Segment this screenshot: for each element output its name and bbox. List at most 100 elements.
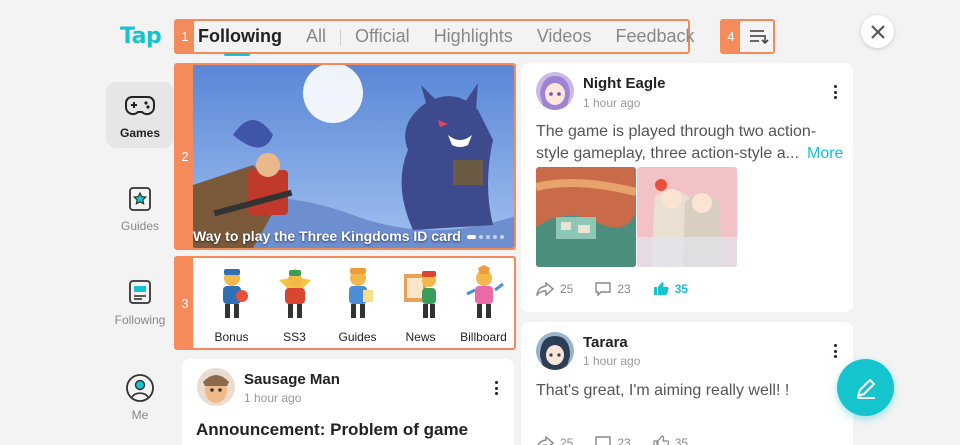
compose-button[interactable] <box>837 359 894 416</box>
avatar[interactable] <box>197 368 235 406</box>
share-icon <box>537 435 554 445</box>
post-time: 1 hour ago <box>583 354 641 368</box>
like-count: 35 <box>674 435 689 445</box>
game-map-image <box>536 167 636 267</box>
post-text[interactable]: The game is played through two action-st… <box>536 121 846 165</box>
carousel-dot <box>479 235 483 239</box>
marker-number: 3 <box>176 258 194 348</box>
comment-icon <box>595 435 612 445</box>
category-ss3[interactable]: SS3 <box>263 264 326 344</box>
carousel-dot-active <box>467 235 476 239</box>
post-image-map[interactable] <box>536 167 636 267</box>
post-actions: 25 23 35 <box>536 435 710 445</box>
share-icon <box>536 281 554 296</box>
category-billboard[interactable]: Billboard <box>452 264 515 344</box>
sausage-man-avatar-image <box>197 368 235 406</box>
marker-number: 2 <box>176 65 194 248</box>
marker-number: 1 <box>176 21 194 52</box>
tab-all[interactable]: All <box>306 26 326 47</box>
tab-videos[interactable]: Videos <box>537 26 592 47</box>
nav-label: Games <box>119 126 161 140</box>
thumbs-up-icon <box>653 282 669 295</box>
compose-pen-icon <box>856 378 875 399</box>
more-options-icon[interactable] <box>832 85 838 99</box>
post-image-anime[interactable] <box>637 167 737 267</box>
post-card[interactable]: Sausage Man 1 hour ago Announcement: Pro… <box>182 359 514 445</box>
comment-count: 23 <box>617 435 631 445</box>
post-card[interactable]: Tarara 1 hour ago That's great, I'm aimi… <box>521 322 853 445</box>
category-news[interactable]: News <box>389 264 452 344</box>
news-character-icon <box>403 271 436 318</box>
tabs-marker: 1 Following All Official Highlights Vide… <box>174 19 695 56</box>
nav-item-games[interactable]: Games <box>106 82 174 148</box>
post-actions: 25 23 35 <box>536 281 710 296</box>
post-time: 1 hour ago <box>583 96 641 110</box>
tab-bar: Following All Official Highlights Videos… <box>198 21 719 56</box>
category-label: Billboard <box>460 330 507 344</box>
like-button[interactable]: 35 <box>653 435 688 445</box>
author-name[interactable]: Night Eagle <box>583 75 666 92</box>
share-button[interactable]: 25 <box>536 281 574 296</box>
billboard-character-icon <box>465 265 504 318</box>
post-card[interactable]: Night Eagle 1 hour ago The game is playe… <box>521 63 853 312</box>
tab-divider <box>340 28 341 45</box>
guides-character-icon <box>348 268 373 318</box>
anime-characters-image <box>637 167 737 267</box>
tab-following[interactable]: Following <box>198 26 282 56</box>
like-count: 35 <box>674 281 689 296</box>
star-book-icon <box>129 187 151 211</box>
banner-carousel[interactable]: Way to play the Three Kingdoms ID card <box>193 65 514 248</box>
carousel-dot <box>486 235 490 239</box>
close-icon <box>870 24 885 39</box>
carousel-dot <box>493 235 497 239</box>
comment-count: 23 <box>617 281 631 296</box>
marker-number: 4 <box>722 21 740 52</box>
like-button[interactable]: 35 <box>653 281 688 296</box>
avatar[interactable] <box>536 72 574 110</box>
post-time: 1 hour ago <box>244 391 302 405</box>
banner-image <box>193 65 514 248</box>
thumbs-up-icon <box>653 435 669 445</box>
banner-marker: 2 Way to play the Three Kingdoms ID card <box>174 63 516 250</box>
category-guides[interactable]: Guides <box>326 264 389 344</box>
avatar[interactable] <box>536 332 574 370</box>
share-count: 25 <box>560 435 574 445</box>
tab-official[interactable]: Official <box>355 26 410 47</box>
category-label: SS3 <box>283 330 306 344</box>
nav-item-following[interactable]: Following <box>106 269 174 335</box>
comment-button[interactable]: 23 <box>595 281 631 296</box>
comment-button[interactable]: 23 <box>595 435 631 445</box>
following-feed-icon <box>129 280 151 304</box>
category-label: Guides <box>338 330 377 344</box>
nav-item-guides[interactable]: Guides <box>106 175 174 241</box>
bonus-character-icon <box>222 269 248 318</box>
close-button[interactable] <box>861 15 894 48</box>
categories-marker: 3 Bonus SS3 Guides News Billboard <box>174 256 516 350</box>
share-count: 25 <box>560 281 574 296</box>
post-title[interactable]: Announcement: Problem of game <box>196 420 468 440</box>
sort-list-icon[interactable] <box>748 28 770 46</box>
share-button[interactable]: 25 <box>536 435 574 445</box>
more-options-icon[interactable] <box>832 344 838 358</box>
comment-icon <box>595 281 612 296</box>
gamepad-icon <box>124 96 156 116</box>
tab-feedback[interactable]: Feedback <box>615 26 694 47</box>
tap-logo: Tap <box>120 24 162 49</box>
author-name[interactable]: Sausage Man <box>244 371 340 388</box>
more-link[interactable]: More <box>803 143 844 165</box>
anime-avatar-image <box>536 332 574 370</box>
banner-caption: Way to play the Three Kingdoms ID card <box>193 228 461 244</box>
anime-avatar-image <box>536 72 574 110</box>
category-bonus[interactable]: Bonus <box>200 264 263 344</box>
post-text[interactable]: That's great, I'm aiming really well! ! <box>536 380 836 402</box>
nav-label: Guides <box>120 219 160 233</box>
more-options-icon[interactable] <box>493 381 499 395</box>
category-label: News <box>405 330 436 344</box>
carousel-dot <box>500 235 504 239</box>
nav-item-me[interactable]: Me <box>106 364 174 430</box>
sort-marker: 4 <box>720 19 775 54</box>
author-name[interactable]: Tarara <box>583 334 628 351</box>
tab-highlights[interactable]: Highlights <box>434 26 513 47</box>
nav-label: Me <box>131 408 149 422</box>
post-body: The game is played through two action-st… <box>536 123 817 162</box>
